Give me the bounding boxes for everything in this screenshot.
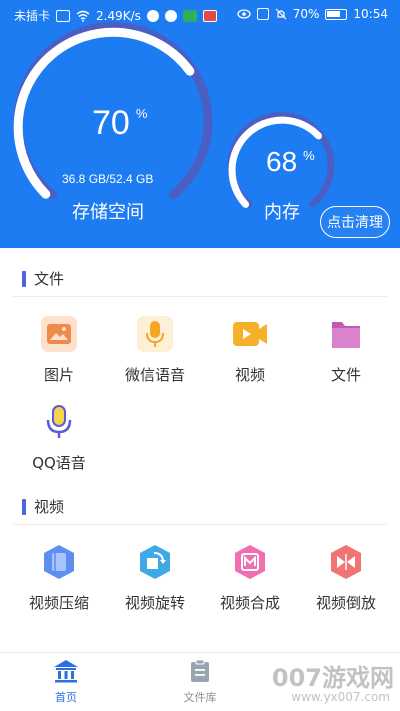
merge-icon [231, 543, 269, 581]
storage-used-total: 36.8 GB/52.4 GB [62, 172, 154, 186]
compress-icon [40, 543, 78, 581]
files-divider [12, 296, 388, 297]
grid-item-video-rotate[interactable]: 视频旋转 [105, 540, 205, 613]
mute-icon [275, 8, 287, 20]
watermark-url: www.yx007.com [291, 690, 390, 704]
nav-home[interactable]: 首页 [26, 659, 106, 705]
nfc-icon [256, 8, 269, 20]
section-marker [22, 270, 26, 287]
nav-library[interactable]: 文件库 [160, 659, 240, 705]
grid-item-video-merge[interactable]: 视频合成 [200, 540, 300, 613]
memory-label: 内存 [264, 202, 300, 223]
grid-item-video-reverse[interactable]: 视频倒放 [296, 540, 396, 613]
microphone-icon [46, 405, 72, 438]
microphone-icon [137, 316, 173, 352]
video-divider [12, 524, 388, 525]
video-section-title: 视频 [22, 496, 64, 517]
clipboard-icon [191, 659, 209, 682]
eye-icon [237, 9, 251, 19]
battery-icon [325, 8, 348, 20]
files-section-title: 文件 [22, 268, 64, 289]
grid-item-wechat-voice[interactable]: 微信语音 [105, 312, 205, 385]
folder-icon [332, 322, 360, 348]
battery-percent: 70% [292, 7, 320, 21]
watermark-brand: 007游戏网 [271, 664, 394, 692]
memory-percent: 68% [266, 146, 315, 177]
reverse-icon [327, 543, 365, 581]
bank-icon [54, 660, 78, 683]
storage-label: 存储空间 [72, 202, 144, 223]
video-camera-icon [233, 322, 267, 346]
grid-item-images[interactable]: 图片 [9, 312, 109, 385]
grid-item-videos[interactable]: 视频 [200, 312, 300, 385]
clock: 10:54 [353, 7, 388, 21]
grid-item-files[interactable]: 文件 [296, 312, 396, 385]
rotate-icon [136, 543, 174, 581]
storage-percent: 70% [92, 104, 148, 142]
clean-button[interactable]: 点击清理 [320, 206, 390, 238]
section-marker [22, 498, 26, 515]
grid-item-video-compress[interactable]: 视频压缩 [9, 540, 109, 613]
grid-item-qq-voice[interactable]: QQ语音 [9, 400, 109, 473]
image-icon [41, 316, 77, 352]
